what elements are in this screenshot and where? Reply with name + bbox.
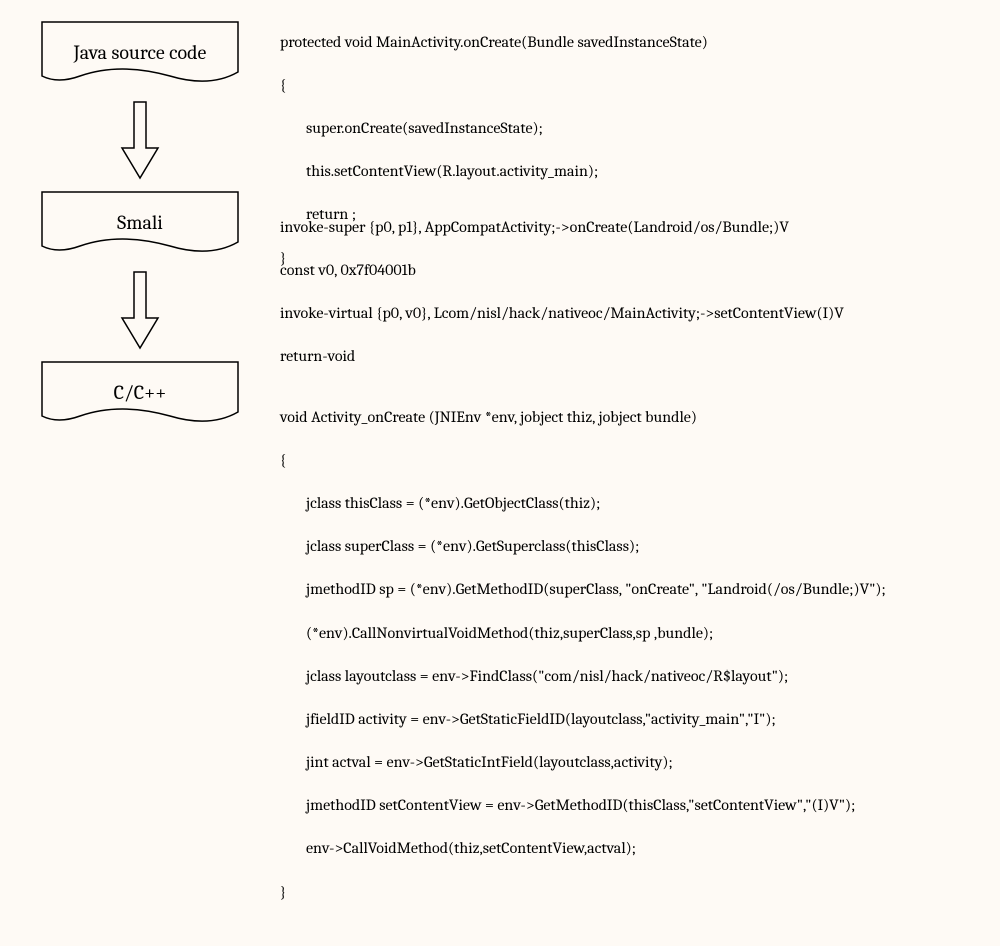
code-line: jclass thisClass = (*env).GetObjectClass… bbox=[280, 493, 990, 515]
smali-box: Smali bbox=[40, 190, 240, 260]
code-line: jmethodID setContentView = env->GetMetho… bbox=[280, 795, 990, 817]
java-code-block: protected void MainActivity.onCreate(Bun… bbox=[280, 10, 990, 175]
code-line: protected void MainActivity.onCreate(Bun… bbox=[280, 32, 990, 54]
code-line: } bbox=[280, 882, 990, 904]
code-line: return-void bbox=[280, 346, 990, 368]
cpp-code-block: void Activity_onCreate (JNIEnv *env, job… bbox=[280, 370, 990, 946]
code-line: jmethodID sp = (*env).GetMethodID(superC… bbox=[280, 579, 990, 601]
code-line: jfieldID activity = env->GetStaticFieldI… bbox=[280, 709, 990, 731]
code-line: jint actval = env->GetStaticIntField(lay… bbox=[280, 752, 990, 774]
arrow-down-2 bbox=[120, 270, 160, 350]
cpp-box: C/C++ bbox=[40, 360, 240, 430]
java-box-label: Java source code bbox=[74, 41, 207, 70]
code-line: { bbox=[280, 75, 990, 97]
smali-code-block: invoke-super {p0, p1}, AppCompatActivity… bbox=[280, 175, 990, 370]
code-line: jclass layoutclass = env->FindClass("com… bbox=[280, 666, 990, 688]
code-line: (*env).CallNonvirtualVoidMethod(thiz,sup… bbox=[280, 623, 990, 645]
code-line: invoke-virtual {p0, v0}, Lcom/nisl/hack/… bbox=[280, 303, 990, 325]
code-column: protected void MainActivity.onCreate(Bun… bbox=[270, 10, 990, 597]
code-line: { bbox=[280, 450, 990, 472]
code-line: invoke-super {p0, p1}, AppCompatActivity… bbox=[280, 217, 990, 239]
code-line: const v0, 0x7f04001b bbox=[280, 260, 990, 282]
code-line: void Activity_onCreate (JNIEnv *env, job… bbox=[280, 407, 990, 429]
cpp-box-label: C/C++ bbox=[114, 381, 167, 410]
java-source-box: Java source code bbox=[40, 20, 240, 90]
code-line: env->CallVoidMethod(thiz,setContentView,… bbox=[280, 838, 990, 860]
arrow-down-1 bbox=[120, 100, 160, 180]
code-line: super.onCreate(savedInstanceState); bbox=[280, 118, 990, 140]
flow-column: Java source code Smali C/C++ bbox=[10, 10, 270, 597]
code-line: jclass superClass = (*env).GetSuperclass… bbox=[280, 536, 990, 558]
smali-box-label: Smali bbox=[117, 211, 163, 240]
